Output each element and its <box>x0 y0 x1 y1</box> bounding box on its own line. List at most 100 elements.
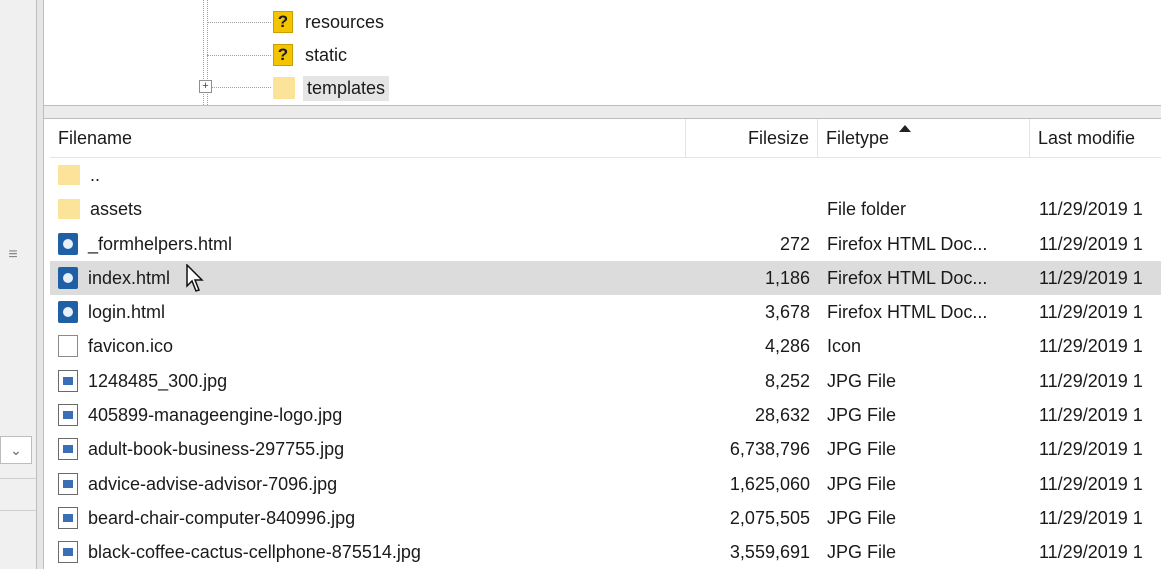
pane-splitter-horizontal[interactable] <box>44 105 1161 119</box>
column-header-filesize[interactable]: Filesize <box>686 119 818 157</box>
file-name: _formhelpers.html <box>88 233 233 254</box>
list-row[interactable]: login.html 3,678 Firefox HTML Doc... 11/… <box>50 295 1161 329</box>
file-name: advice-advise-advisor-7096.jpg <box>88 473 338 494</box>
file-name-cell: beard-chair-computer-840996.jpg <box>58 501 678 535</box>
list-row[interactable]: .. <box>50 158 1161 192</box>
file-name: index.html <box>88 267 171 288</box>
question-folder-icon: ? <box>273 11 293 33</box>
column-header-last-modified[interactable]: Last modifie <box>1030 119 1161 157</box>
list-row[interactable]: adult-book-business-297755.jpg 6,738,796… <box>50 432 1161 466</box>
file-date: 11/29/2019 1 <box>1039 542 1143 563</box>
file-type: JPG File <box>827 370 897 391</box>
html-file-icon <box>58 232 78 255</box>
file-size: 1,625,060 <box>729 473 810 494</box>
folder-icon <box>58 165 80 185</box>
file-date: 11/29/2019 1 <box>1039 507 1143 528</box>
file-type: JPG File <box>827 439 897 460</box>
column-label: Filename <box>58 128 133 148</box>
column-label: Last modifie <box>1038 128 1136 148</box>
file-name: assets <box>90 199 143 220</box>
file-name: black-coffee-cactus-cellphone-875514.jpg <box>88 542 421 563</box>
file-name-cell: index.html <box>58 261 678 295</box>
file-name-cell: advice-advise-advisor-7096.jpg <box>58 467 678 501</box>
file-date: 11/29/2019 1 <box>1039 405 1143 426</box>
file-type: File folder <box>827 199 907 220</box>
tree-item-label: static <box>305 44 348 65</box>
file-size <box>686 158 810 192</box>
column-header-filetype[interactable]: Filetype <box>818 119 1030 157</box>
file-name: 405899-manageengine-logo.jpg <box>88 405 343 426</box>
file-size: 3,678 <box>764 302 810 323</box>
tree-guide-line <box>207 55 271 56</box>
divider <box>0 478 36 479</box>
file-size: 1,186 <box>764 267 810 288</box>
chevron-down-icon[interactable]: ⌄ <box>0 436 32 464</box>
expand-icon[interactable]: + <box>199 80 212 93</box>
list-row[interactable]: 405899-manageengine-logo.jpg 28,632 JPG … <box>50 398 1161 432</box>
file-type <box>827 158 1027 192</box>
file-size: 8,252 <box>764 370 810 391</box>
file-date: 11/29/2019 1 <box>1039 439 1143 460</box>
pane-splitter-vertical[interactable] <box>36 0 44 569</box>
file-name-cell: assets <box>58 192 678 226</box>
html-file-icon <box>58 266 78 289</box>
file-date: 11/29/2019 1 <box>1039 336 1143 357</box>
list-row[interactable]: assets File folder 11/29/2019 1 <box>50 192 1161 226</box>
file-type: Firefox HTML Doc... <box>827 267 988 288</box>
list-row[interactable]: favicon.ico 4,286 Icon 11/29/2019 1 <box>50 329 1161 363</box>
file-name-cell: black-coffee-cactus-cellphone-875514.jpg <box>58 535 678 569</box>
file-name-cell: 1248485_300.jpg <box>58 364 678 398</box>
file-date: 11/29/2019 1 <box>1039 267 1143 288</box>
pane-handle-icon[interactable]: ≡ <box>6 240 20 270</box>
folder-icon <box>273 77 295 99</box>
column-header-filename[interactable]: Filename <box>50 119 686 157</box>
file-name-cell: 405899-manageengine-logo.jpg <box>58 398 678 432</box>
file-name: favicon.ico <box>88 336 174 357</box>
image-file-icon <box>58 404 78 427</box>
list-row-selected[interactable]: index.html 1,186 Firefox HTML Doc... 11/… <box>50 260 1161 296</box>
file-size: 272 <box>779 233 810 254</box>
file-size: 2,075,505 <box>729 507 810 528</box>
file-date <box>1039 158 1161 192</box>
image-file-icon <box>58 541 78 564</box>
file-date: 11/29/2019 1 <box>1039 199 1143 220</box>
file-type: JPG File <box>827 405 897 426</box>
tree-item-label: resources <box>305 11 385 32</box>
list-row[interactable]: _formhelpers.html 272 Firefox HTML Doc..… <box>50 227 1161 261</box>
file-size: 3,559,691 <box>729 542 810 563</box>
file-name-cell: login.html <box>58 295 678 329</box>
html-file-icon <box>58 301 78 324</box>
directory-tree: ? resources ? static + templates <box>44 0 1161 105</box>
file-name: .. <box>90 165 101 185</box>
list-row[interactable]: beard-chair-computer-840996.jpg 2,075,50… <box>50 501 1161 535</box>
image-file-icon <box>58 438 78 461</box>
divider <box>0 510 36 511</box>
file-list: Filename Filesize Filetype Last modifie … <box>50 119 1161 569</box>
file-size: 4,286 <box>764 336 810 357</box>
image-file-icon <box>58 506 78 529</box>
list-row[interactable]: advice-advise-advisor-7096.jpg 1,625,060… <box>50 467 1161 501</box>
file-type: Firefox HTML Doc... <box>827 302 988 323</box>
blank-file-icon <box>58 335 78 358</box>
file-name: beard-chair-computer-840996.jpg <box>88 507 356 528</box>
left-pane-edge: ≡ ⌄ <box>0 0 37 569</box>
file-name-cell: favicon.ico <box>58 329 678 363</box>
list-row[interactable]: 1248485_300.jpg 8,252 JPG File 11/29/201… <box>50 364 1161 398</box>
file-date: 11/29/2019 1 <box>1039 302 1143 323</box>
file-size <box>686 192 810 226</box>
file-type: Icon <box>827 336 862 357</box>
list-row[interactable]: black-coffee-cactus-cellphone-875514.jpg… <box>50 535 1161 569</box>
column-label: Filetype <box>826 128 890 148</box>
file-date: 11/29/2019 1 <box>1039 370 1143 391</box>
file-size: 6,738,796 <box>729 439 810 460</box>
file-type: JPG File <box>827 542 897 563</box>
file-name: 1248485_300.jpg <box>88 370 228 391</box>
tree-item-templates[interactable]: templates <box>273 73 390 103</box>
tree-item-static[interactable]: ? static <box>273 40 347 70</box>
tree-item-resources[interactable]: ? resources <box>273 7 384 37</box>
tree-guide-line <box>207 22 271 23</box>
file-name-cell: adult-book-business-297755.jpg <box>58 432 678 466</box>
file-type: JPG File <box>827 507 897 528</box>
file-date: 11/29/2019 1 <box>1039 473 1143 494</box>
sort-ascending-icon <box>899 125 912 132</box>
